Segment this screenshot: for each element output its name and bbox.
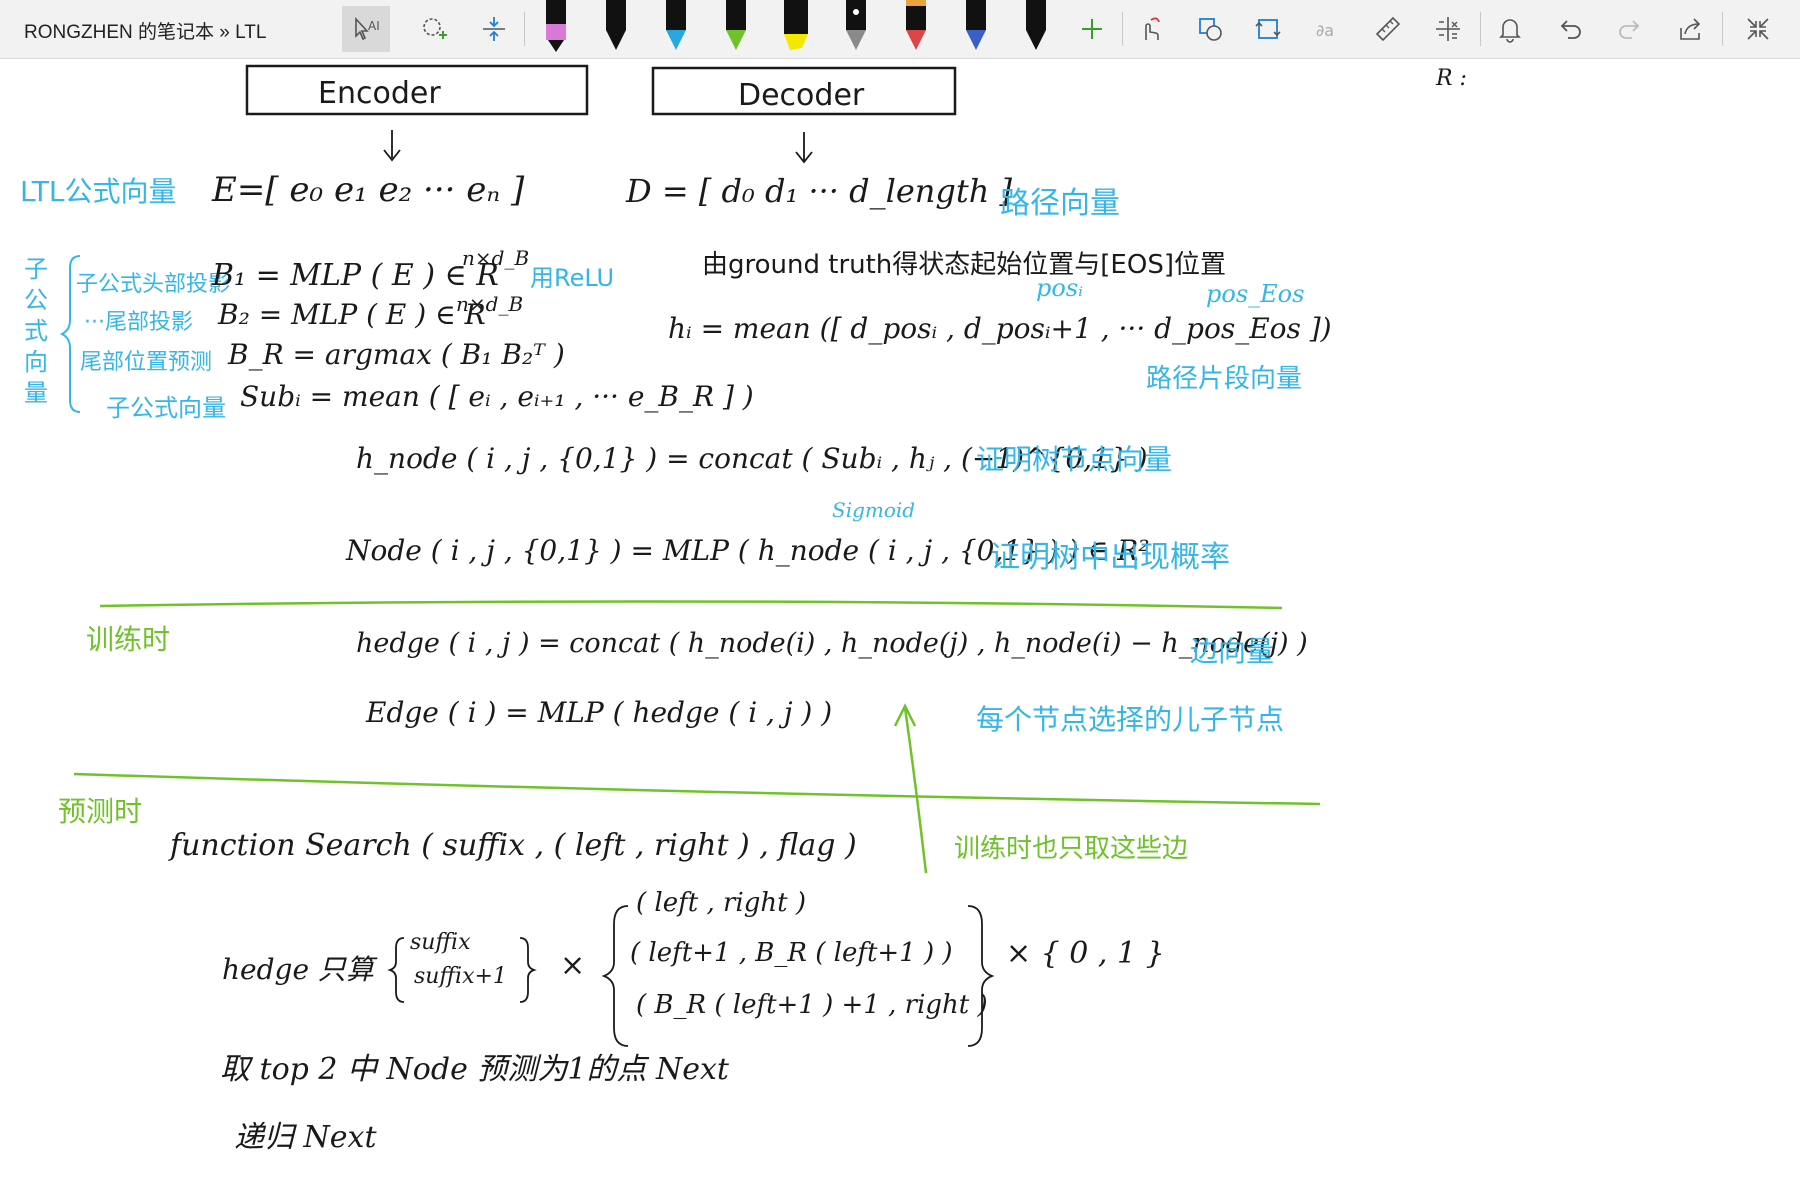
predict-label: 预测时 <box>58 795 143 828</box>
redo-icon[interactable] <box>1606 6 1654 52</box>
set2-item: ( left , right ) <box>636 888 806 918</box>
tail-projection-label: ···尾部投影 <box>84 310 193 335</box>
toolbar-separator <box>1722 12 1723 46</box>
hedge-only-label: hedge 只算 <box>222 953 374 986</box>
lasso-select-icon[interactable] <box>410 6 458 52</box>
path-vector-label: 路径向量 <box>1000 186 1120 221</box>
svg-text:∂a: ∂a <box>1316 21 1334 40</box>
tail-predict-label: 尾部位置预测 <box>80 350 213 375</box>
undo-icon[interactable] <box>1546 6 1594 52</box>
insert-space-icon[interactable] <box>470 6 518 52</box>
edge-equation: Edge ( i ) = MLP ( hedge ( i , j ) ) <box>366 696 833 729</box>
r-label: R : <box>1436 66 1467 91</box>
pen-black-3[interactable] <box>1016 0 1056 54</box>
sigmoid-label: Sigmoid <box>832 498 916 522</box>
ink-to-text-icon[interactable] <box>1244 6 1292 52</box>
node-probability-label: 证明树中出现概率 <box>990 540 1230 575</box>
pen-green[interactable] <box>716 0 756 54</box>
path-segment-label: 路径片段向量 <box>1146 364 1303 394</box>
add-pen-icon[interactable] <box>1068 6 1116 52</box>
set2-right-brace <box>967 905 995 1047</box>
vertical-char: 公 <box>24 286 48 314</box>
hnode-label: 证明树节点向量 <box>976 443 1173 476</box>
ruler-icon[interactable] <box>1364 6 1412 52</box>
only-edges-label: 训练时也只取这些边 <box>954 834 1189 864</box>
decoder-label: Decoder <box>738 78 865 113</box>
pen-galaxy[interactable] <box>836 0 876 54</box>
vertical-char: 式 <box>24 317 48 345</box>
svg-text:AI: AI <box>368 19 380 33</box>
ink-to-shape-icon[interactable] <box>1186 6 1234 52</box>
ground-truth-line: 由ground truth得状态起始位置与[EOS]位置 <box>702 250 1226 280</box>
toolbar-separator <box>1480 12 1481 46</box>
b1-dims: n×d_B <box>462 246 530 270</box>
pen-cosmic[interactable] <box>956 0 996 54</box>
set2-item: ( B_R ( left+1 ) +1 , right ) <box>636 990 988 1020</box>
pos-i-label: posᵢ <box>1036 274 1083 302</box>
pen-blue[interactable] <box>656 0 696 54</box>
notification-icon[interactable] <box>1486 6 1534 52</box>
function-signature: function Search ( suffix , ( left , righ… <box>170 828 857 863</box>
head-projection-label: 子公式头部投影 <box>76 272 231 297</box>
vertical-char: 子 <box>24 255 48 283</box>
relu-label: 用ReLU <box>530 264 615 292</box>
h-i-equation: hᵢ = mean ([ d_posᵢ , d_posᵢ+1 , ··· d_p… <box>668 312 1332 345</box>
decoder-arrow <box>795 132 813 164</box>
b2-dims: n×d_B <box>456 292 524 316</box>
take-top-line: 取 top 2 中 Node 预测为1的点 Next <box>220 1052 729 1087</box>
fullscreen-icon[interactable] <box>1734 6 1782 52</box>
times-symbol: × <box>560 948 586 983</box>
set2-left-brace <box>601 905 629 1047</box>
edge-vector-label: 边向量 <box>1190 635 1275 668</box>
set2-item: ( left+1 , B_R ( left+1 ) ) <box>630 938 953 968</box>
pos-eos-label: pos_Eos <box>1206 280 1305 308</box>
encoder-label: Encoder <box>318 76 441 111</box>
b2-equation: B₂ = MLP ( E ) ∈ R <box>218 298 486 331</box>
sub-equation: Subᵢ = mean ( [ eᵢ , eᵢ₊₁ , ··· e_B_R ] … <box>240 380 754 413</box>
toolbar-separator <box>524 12 525 46</box>
times-zero-one: × { 0 , 1 } <box>1006 936 1165 971</box>
training-label: 训练时 <box>86 623 171 656</box>
subformula-vector-label: 子公式向量 <box>106 394 226 422</box>
encoder-arrow <box>383 130 401 162</box>
divider-train <box>99 600 1283 610</box>
set1-right-brace <box>519 937 537 1003</box>
highlighter-yellow[interactable] <box>776 0 816 54</box>
d-equation: D = [ d₀ d₁ ··· d_length ] <box>626 172 1012 210</box>
vertical-char: 向 <box>24 348 48 376</box>
ribbon-toolbar: RONGZHEN 的笔记本 » LTL AI ∂a <box>0 0 1800 59</box>
hedge-equation: hedge ( i , j ) = concat ( h_node(i) , h… <box>356 628 1308 659</box>
toolbar-separator <box>1122 12 1123 46</box>
ltl-vector-label: LTL公式向量 <box>20 175 177 208</box>
child-node-label: 每个节点选择的儿子节点 <box>976 703 1285 736</box>
vertical-char: 量 <box>24 379 48 407</box>
note-canvas[interactable]: Encoder Decoder R : LTL公式向量 E=[ e₀ e₁ e₂… <box>0 58 1800 1200</box>
set1-item: suffix <box>410 930 471 955</box>
pen-black[interactable] <box>536 0 576 54</box>
share-icon[interactable] <box>1666 6 1714 52</box>
recurse-line: 递归 Next <box>234 1120 377 1155</box>
notebook-title: RONGZHEN 的笔记本 » LTL <box>24 22 267 43</box>
b1-equation: B₁ = MLP ( E ) ∈ R <box>212 258 499 293</box>
green-up-arrow <box>903 707 928 874</box>
pen-rainbow[interactable] <box>896 0 936 54</box>
touch-draw-icon[interactable] <box>1126 6 1174 52</box>
set1-left-brace <box>387 937 405 1003</box>
e-equation: E=[ e₀ e₁ e₂ ··· eₙ ] <box>212 170 525 210</box>
br-equation: B_R = argmax ( B₁ B₂ᵀ ) <box>228 338 565 371</box>
pen-black-2[interactable] <box>596 0 636 54</box>
text-select-icon[interactable]: AI <box>342 6 390 52</box>
subformula-vertical-label: 子 公 式 向 量 <box>24 254 54 409</box>
divider-predict <box>73 772 1321 806</box>
ink-to-math-icon[interactable]: ∂a <box>1304 6 1352 52</box>
math-icon[interactable] <box>1424 6 1472 52</box>
set1-item: suffix+1 <box>414 964 507 989</box>
